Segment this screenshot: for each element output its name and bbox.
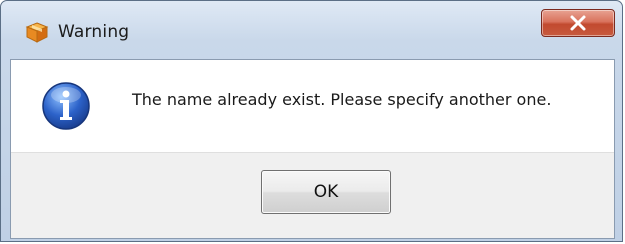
info-icon	[41, 81, 91, 131]
title-bar[interactable]: Warning	[1, 1, 622, 59]
dialog-client-area: The name already exist. Please specify a…	[10, 59, 615, 239]
button-panel: OK	[11, 152, 614, 238]
warning-dialog-window: Warning The name already exist. Please s…	[0, 0, 623, 242]
window-title: Warning	[58, 22, 130, 42]
ok-button[interactable]: OK	[261, 170, 391, 214]
package-icon	[25, 21, 49, 43]
close-button[interactable]	[541, 9, 615, 37]
close-icon	[542, 10, 614, 36]
message-panel: The name already exist. Please specify a…	[11, 60, 614, 152]
dialog-message: The name already exist. Please specify a…	[132, 90, 552, 109]
